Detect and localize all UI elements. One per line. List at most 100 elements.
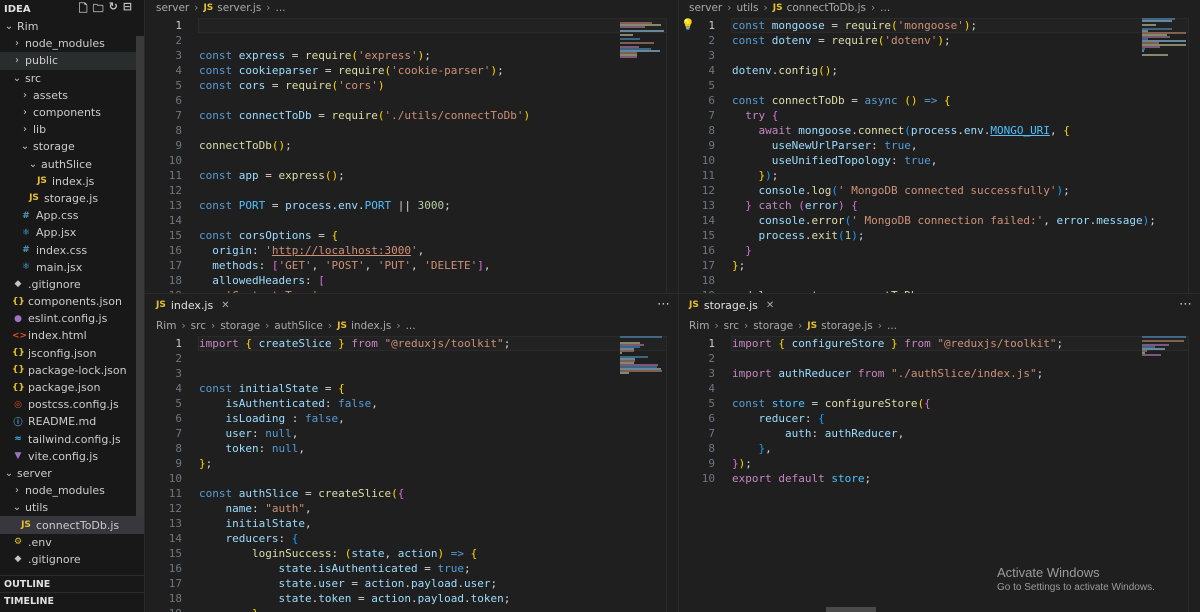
jsx-file-icon: ⚛	[21, 227, 31, 238]
folder-item[interactable]: ⌄ server	[0, 465, 144, 482]
git-file-icon: ◆	[14, 554, 22, 565]
breadcrumb-item[interactable]: connectToDb.js	[787, 2, 866, 14]
folder-item[interactable]: › components	[0, 104, 144, 121]
pane-divider-horizontal[interactable]	[145, 293, 1200, 294]
breadcrumb-item[interactable]: index.js	[351, 320, 391, 332]
code-line: 16 origin: 'http://localhost:3000',	[146, 243, 678, 258]
line-number: 5	[175, 79, 182, 92]
folder-item[interactable]: ⌄ authSlice	[0, 156, 144, 173]
file-item[interactable]: ◆ .gitignore	[0, 551, 144, 568]
breadcrumb-item[interactable]: server	[689, 2, 722, 14]
file-item[interactable]: {} components.json	[0, 293, 144, 310]
breadcrumb-item[interactable]: server	[156, 2, 189, 14]
file-item[interactable]: ⚛ App.jsx	[0, 224, 144, 241]
more-actions-icon[interactable]: ⋯	[657, 297, 670, 312]
minimap[interactable]	[620, 18, 664, 58]
editor-pane-connect-to-db[interactable]: server › utils › JS connectToDb.js ›... 1 const …	[679, 0, 1200, 293]
breadcrumb-item[interactable]: src	[191, 320, 206, 332]
editor-tab[interactable]: JS index.js ✕	[146, 294, 240, 316]
new-file-icon[interactable]: 🗋	[79, 0, 88, 19]
folder-item[interactable]: › node_modules	[0, 482, 144, 499]
file-item[interactable]: ⚛ main.jsx	[0, 259, 144, 276]
minimap[interactable]	[620, 336, 664, 376]
outline-section[interactable]: OUTLINE	[0, 575, 144, 592]
close-icon[interactable]: ✕	[221, 300, 229, 311]
file-item[interactable]: ◎ postcss.config.js	[0, 396, 144, 413]
folder-item[interactable]: › assets	[0, 87, 144, 104]
vertical-scrollbar[interactable]	[666, 18, 678, 293]
editor-tab[interactable]: JS storage.js ✕	[679, 294, 784, 316]
refresh-icon[interactable]: ↻	[109, 0, 118, 19]
new-folder-icon[interactable]: 🗀	[93, 0, 104, 19]
line-number: 8	[708, 442, 715, 455]
code-editor[interactable]: 1 2 3 const express = require('express'); 4 c…	[146, 18, 678, 293]
code-line: 5 isAuthenticated: false,	[146, 396, 678, 411]
json-file-icon: {}	[12, 348, 25, 359]
folder-item[interactable]: › public	[0, 52, 144, 70]
horizontal-scrollbar[interactable]	[826, 607, 876, 612]
editor-pane-index-js[interactable]: JS index.js ✕ ⋯ Rim › src › storage › authSlice › JS…	[146, 294, 678, 612]
code-editor[interactable]: 1 const mongoose = require('mongoose'); 2 c…	[679, 18, 1200, 293]
breadcrumb-item[interactable]: Rim	[689, 320, 709, 332]
breadcrumb-item[interactable]: Rim	[156, 320, 176, 332]
minimap[interactable]	[1142, 18, 1186, 58]
breadcrumb-item[interactable]: utils	[736, 2, 758, 14]
breadcrumb-item[interactable]: ...	[276, 2, 286, 14]
folder-item[interactable]: ⌄ src	[0, 70, 144, 87]
code-editor[interactable]: 1 import { createSlice } from "@reduxjs/t…	[146, 336, 678, 612]
file-item[interactable]: {} package.json	[0, 379, 144, 396]
breadcrumb-item[interactable]: storage.js	[821, 320, 873, 332]
code-line: 4	[679, 381, 1200, 396]
minimap[interactable]	[1142, 336, 1186, 376]
sidebar-scrollbar[interactable]	[136, 36, 144, 516]
file-item[interactable]: JS index.js	[0, 173, 144, 190]
chevron-right-icon: ›	[23, 89, 27, 101]
close-icon[interactable]: ✕	[766, 300, 774, 311]
chevron-down-icon: ⌄	[20, 141, 30, 153]
vertical-scrollbar[interactable]	[1188, 336, 1200, 612]
breadcrumb-item[interactable]: storage	[753, 320, 793, 332]
folder-item[interactable]: ⌄ storage	[0, 138, 144, 155]
file-item[interactable]: JS storage.js	[0, 190, 144, 207]
folder-item[interactable]: › node_modules	[0, 35, 144, 52]
collapse-icon[interactable]: ⊟	[123, 0, 132, 19]
line-number: 10	[168, 472, 182, 485]
more-actions-icon[interactable]: ⋯	[1179, 297, 1192, 312]
code-line: 3 import authReducer from "./authSlice/in…	[679, 366, 1200, 381]
tree-item-label: index.html	[28, 329, 87, 343]
file-item[interactable]: ⚙ .env	[0, 534, 144, 551]
line-number: 2	[175, 352, 182, 365]
timeline-section[interactable]: TIMELINE	[0, 592, 144, 609]
breadcrumb-item[interactable]: authSlice	[274, 320, 323, 332]
folder-item[interactable]: ⌄ utils	[0, 499, 144, 516]
vertical-scrollbar[interactable]	[666, 336, 678, 612]
code-line: 9};	[146, 456, 678, 471]
chevron-down-icon: ⌄	[28, 158, 38, 170]
vertical-scrollbar[interactable]	[1188, 18, 1200, 293]
watermark-title: Activate Windows	[997, 565, 1100, 580]
lightbulb-icon[interactable]: 💡	[681, 18, 695, 31]
file-item[interactable]: ≈ tailwind.config.js	[0, 431, 144, 448]
file-item[interactable]: # index.css	[0, 241, 144, 258]
breadcrumb-item[interactable]: ...	[880, 2, 890, 14]
file-item[interactable]: JS connectToDb.js	[0, 516, 144, 534]
file-item[interactable]: ◆ .gitignore	[0, 276, 144, 293]
file-item[interactable]: ⓘ README.md	[0, 413, 144, 430]
breadcrumb-item[interactable]: ...	[887, 320, 897, 332]
breadcrumb-item[interactable]: server.js	[217, 2, 261, 14]
folder-item[interactable]: ⌄ Rim	[0, 18, 144, 35]
breadcrumb-item[interactable]: src	[724, 320, 739, 332]
file-item[interactable]: ● eslint.config.js	[0, 310, 144, 327]
file-item[interactable]: ▼ vite.config.js	[0, 448, 144, 465]
breadcrumb-item[interactable]: ...	[406, 320, 416, 332]
file-item[interactable]: {} jsconfig.json	[0, 345, 144, 362]
file-item[interactable]: <> index.html	[0, 327, 144, 344]
tree-item-label: package.json	[28, 381, 101, 395]
editor-pane-server-js[interactable]: server › JS server.js ›... 1 2 3 const express =…	[146, 0, 678, 293]
file-item[interactable]: # App.css	[0, 207, 144, 224]
breadcrumb-item[interactable]: storage	[220, 320, 260, 332]
line-number: 12	[168, 502, 182, 515]
pane-divider-vertical[interactable]	[678, 0, 679, 612]
folder-item[interactable]: › lib	[0, 121, 144, 138]
file-item[interactable]: {} package-lock.json	[0, 362, 144, 379]
